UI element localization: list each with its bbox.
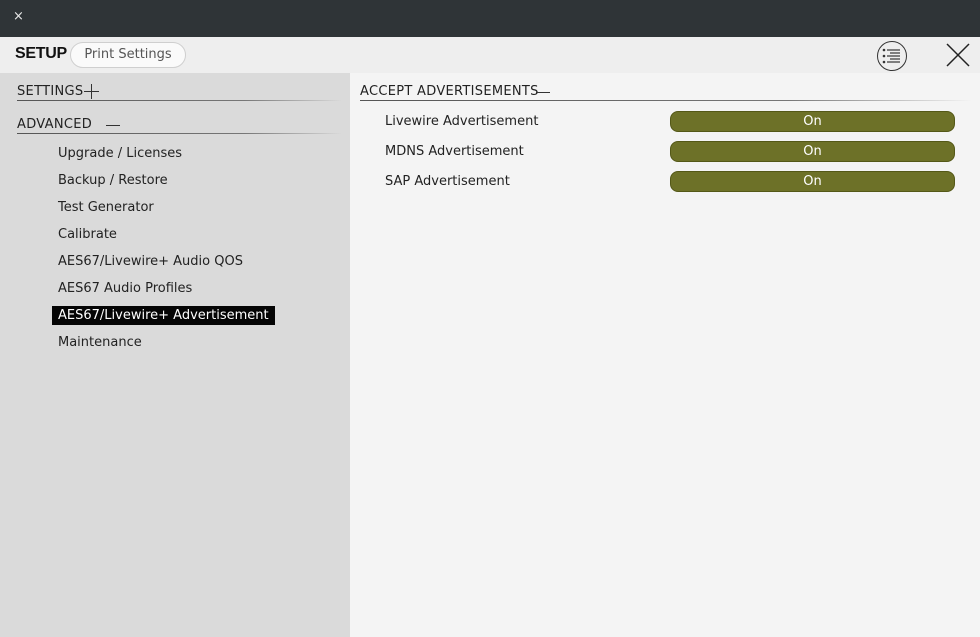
livewire-advertisement-toggle[interactable]: On bbox=[670, 111, 955, 132]
sidebar-item-calibrate[interactable]: Calibrate bbox=[52, 225, 123, 244]
sap-advertisement-toggle[interactable]: On bbox=[670, 171, 955, 192]
collapse-minus-icon[interactable] bbox=[106, 125, 120, 126]
section-divider bbox=[17, 100, 342, 101]
mdns-advertisement-toggle[interactable]: On bbox=[670, 141, 955, 162]
sidebar-item-backup-restore[interactable]: Backup / Restore bbox=[52, 171, 174, 190]
print-settings-button[interactable]: Print Settings bbox=[70, 42, 186, 68]
sidebar: SETTINGS ADVANCED Upgrade / Licenses Bac… bbox=[0, 73, 350, 637]
close-icon[interactable] bbox=[944, 41, 972, 69]
list-menu-icon[interactable] bbox=[877, 41, 907, 71]
page-title: SETUP bbox=[15, 45, 67, 62]
sidebar-item-audio-qos[interactable]: AES67/Livewire+ Audio QOS bbox=[52, 252, 249, 271]
section-divider bbox=[360, 100, 972, 101]
sidebar-item-audio-profiles[interactable]: AES67 Audio Profiles bbox=[52, 279, 198, 298]
sidebar-item-upgrade-licenses[interactable]: Upgrade / Licenses bbox=[52, 144, 188, 163]
setup-header: SETUP Print Settings bbox=[0, 37, 980, 73]
expand-plus-icon[interactable] bbox=[84, 84, 99, 99]
section-divider bbox=[17, 133, 342, 134]
section-advanced[interactable]: ADVANCED bbox=[17, 117, 92, 132]
sidebar-item-maintenance[interactable]: Maintenance bbox=[52, 333, 148, 352]
section-title: ACCEPT ADVERTISEMENTS bbox=[360, 84, 539, 99]
window-titlebar: × bbox=[0, 0, 980, 37]
collapse-minus-icon[interactable] bbox=[536, 92, 550, 93]
sap-advertisement-label: SAP Advertisement bbox=[385, 174, 510, 189]
sidebar-item-advertisement[interactable]: AES67/Livewire+ Advertisement bbox=[52, 306, 275, 325]
window-close-icon[interactable]: × bbox=[13, 9, 24, 25]
mdns-advertisement-label: MDNS Advertisement bbox=[385, 144, 524, 159]
livewire-advertisement-label: Livewire Advertisement bbox=[385, 114, 539, 129]
sidebar-item-test-generator[interactable]: Test Generator bbox=[52, 198, 160, 217]
list-menu-glyph bbox=[882, 48, 900, 64]
section-settings[interactable]: SETTINGS bbox=[17, 84, 83, 99]
main-panel: ACCEPT ADVERTISEMENTS Livewire Advertise… bbox=[350, 73, 980, 637]
